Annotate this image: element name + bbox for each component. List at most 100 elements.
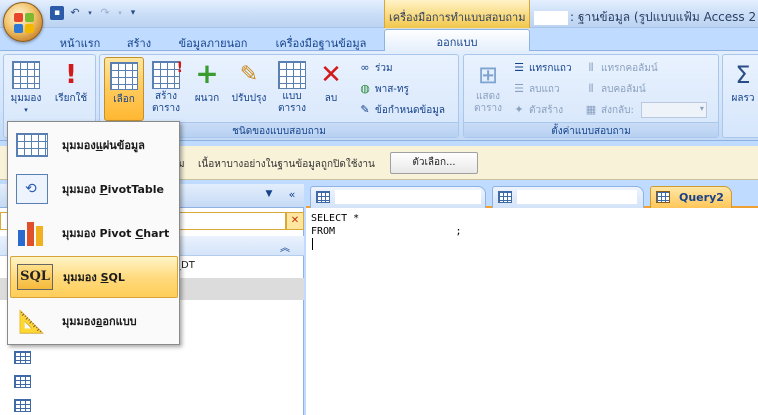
- append-label: ผนวก: [194, 93, 220, 104]
- contextual-title-text: เครื่องมือการทำแบบสอบถาม: [389, 11, 526, 24]
- menu-item-sql-view[interactable]: SQL มุมมอง SQL: [10, 256, 178, 298]
- sql-view-label: มุมมอง SQL: [63, 271, 125, 284]
- return-label: ส่งกลับ:: [601, 104, 634, 116]
- undo-dropdown-icon[interactable]: ▾: [86, 6, 94, 20]
- show-table-button[interactable]: ⊞ แสดง ตาราง: [468, 57, 508, 121]
- menu-item-datasheet-view[interactable]: มุมมองแผ่นข้อมูล: [10, 124, 178, 166]
- show-hide-group: Σ ผลรว: [722, 54, 758, 138]
- builder-label: ตัวสร้าง: [529, 104, 564, 116]
- crosstab-label: แบบ ตาราง: [278, 91, 306, 114]
- globe-icon: ◍: [360, 82, 370, 95]
- design-view-icon: 📐: [18, 310, 46, 335]
- tab-table-2[interactable]: [492, 186, 644, 208]
- pivottable-icon: ⟲: [16, 174, 48, 204]
- builder-icon: ✦: [514, 103, 524, 116]
- contextual-tab-title: เครื่องมือการทำแบบสอบถาม: [384, 0, 530, 28]
- select-query-button[interactable]: เลือก: [104, 57, 144, 121]
- update-button[interactable]: ✎ ปรับปรุง: [228, 57, 270, 121]
- return-selector[interactable]: ▦ ส่งกลับ: ▾: [584, 101, 707, 119]
- datasheet-icon: [16, 133, 48, 157]
- tab-table-1[interactable]: [310, 186, 486, 208]
- union-label: ร่วม: [375, 62, 393, 74]
- builder-button[interactable]: ✦ ตัวสร้าง: [512, 101, 563, 119]
- redo-dropdown-icon[interactable]: ▾: [116, 6, 124, 20]
- database-name-blank: [534, 10, 568, 25]
- query-setup-group-label: ตั้งค่าแบบสอบถาม: [464, 122, 718, 137]
- delete-rows-icon: ☰: [514, 82, 524, 95]
- table-icon[interactable]: [14, 351, 31, 364]
- make-table-button[interactable]: ! สร้าง ตาราง: [148, 57, 184, 121]
- menu-item-design-view[interactable]: 📐 มุมมองออกแบบ: [10, 300, 178, 342]
- office-logo-icon: [14, 13, 34, 33]
- tab-query2[interactable]: Query2: [650, 186, 732, 208]
- table-icon[interactable]: [14, 399, 31, 412]
- make-table-label: สร้าง ตาราง: [152, 91, 180, 114]
- delete-query-button[interactable]: ✕ ลบ: [314, 57, 348, 121]
- window-title: : ฐานข้อมูล (รูปแบบแฟ้ม Access 2: [534, 8, 756, 27]
- collapse-pane-icon[interactable]: «: [284, 188, 300, 204]
- append-icon: +: [195, 57, 219, 90]
- tab-database-tools[interactable]: เครื่องมือฐานข้อมูล: [268, 31, 374, 51]
- insert-rows-button[interactable]: ☰ แทรกแถว: [512, 59, 572, 77]
- menu-item-pivotchart-view[interactable]: มุมมอง Pivot Chart: [10, 212, 178, 254]
- totals-button[interactable]: Σ ผลรว: [725, 57, 758, 121]
- pivotchart-view-label: มุมมอง Pivot Chart: [62, 227, 170, 240]
- chevron-down-icon[interactable]: ▼: [262, 189, 276, 203]
- insert-columns-label: แทรกคอลัมน์: [601, 62, 658, 74]
- datasheet-view-label: มุมมองแผ่นข้อมูล: [62, 139, 145, 152]
- insert-columns-button[interactable]: ⫴ แทรกคอลัมน์: [584, 59, 658, 77]
- document-tabs: Query2: [306, 184, 758, 208]
- crosstab-button[interactable]: แบบ ตาราง: [272, 57, 312, 121]
- office-button[interactable]: [3, 2, 43, 42]
- view-dropdown-icon: ▾: [24, 106, 28, 114]
- undo-icon[interactable]: ↶: [68, 6, 82, 20]
- select-label: เลือก: [113, 94, 135, 105]
- table-icon[interactable]: [14, 375, 31, 388]
- append-button[interactable]: + ผนวก: [188, 57, 226, 121]
- return-dropdown-icon: ▾: [699, 104, 704, 113]
- union-icon: ∞: [360, 61, 370, 74]
- document-area: Query2 SELECT * FROM ;: [306, 184, 758, 415]
- run-button[interactable]: ! เรียกใช้: [50, 57, 92, 121]
- table-icon: [316, 191, 330, 203]
- totals-label: ผลรว: [731, 93, 755, 104]
- query-icon: [656, 191, 670, 203]
- tab-create[interactable]: สร้าง: [120, 31, 158, 51]
- insert-rows-icon: ☰: [514, 61, 524, 74]
- tab-home[interactable]: หน้าแรก: [52, 31, 108, 51]
- passthrough-button[interactable]: ◍ พาส-ทรู: [358, 80, 409, 98]
- delete-label: ลบ: [324, 93, 338, 104]
- tab-external-data[interactable]: ข้อมูลภายนอก: [170, 31, 256, 51]
- clear-search-icon[interactable]: ✕: [286, 212, 304, 230]
- datasheet-view-icon: [12, 61, 40, 89]
- redo-icon[interactable]: ↷: [98, 6, 112, 20]
- view-button[interactable]: มุมมอง ▾: [6, 57, 46, 121]
- table-2-name-blank: [517, 190, 637, 204]
- data-definition-icon: ✎: [360, 103, 370, 116]
- union-button[interactable]: ∞ ร่วม: [358, 59, 393, 77]
- menu-item-pivottable-view[interactable]: ⟲ มุมมอง PivotTable: [10, 168, 178, 210]
- tab-design[interactable]: ออกแบบ: [384, 29, 530, 52]
- query2-tab-label: Query2: [679, 191, 724, 204]
- design-view-label: มุมมองออกแบบ: [62, 315, 137, 328]
- window-title-text: : ฐานข้อมูล (รูปแบบแฟ้ม Access 2: [570, 10, 757, 24]
- data-definition-button[interactable]: ✎ ข้อกำหนดข้อมูล: [358, 101, 445, 119]
- sql-editor[interactable]: SELECT * FROM ;: [311, 212, 462, 238]
- pencil-icon: ✎: [239, 62, 259, 87]
- return-combobox[interactable]: ▾: [640, 102, 707, 118]
- chevron-up-icon[interactable]: ︽: [280, 239, 290, 254]
- query-setup-group: ⊞ แสดง ตาราง ☰ แทรกแถว ☰ ลบแถว ✦ ตัวสร้าง ⫴…: [463, 54, 719, 138]
- delete-rows-button[interactable]: ☰ ลบแถว: [512, 80, 560, 98]
- insert-columns-icon: ⫴: [588, 61, 594, 74]
- options-button[interactable]: ตัวเลือก...: [390, 152, 478, 174]
- save-icon[interactable]: ▪: [50, 6, 64, 20]
- exclamation-icon: !: [65, 60, 77, 90]
- table-1-name-blank: [335, 190, 481, 204]
- sigma-icon: Σ: [735, 61, 751, 89]
- quick-access-toolbar: ▪ ↶ ▾ ↷ ▾ ▾: [50, 4, 138, 22]
- run-label: เรียกใช้: [54, 93, 88, 104]
- show-table-label: แสดง ตาราง: [474, 91, 502, 114]
- update-label: ปรับปรุง: [231, 93, 267, 104]
- customize-qat-icon[interactable]: ▾: [128, 6, 138, 20]
- delete-columns-button[interactable]: ⫴ ลบคอลัมน์: [584, 80, 646, 98]
